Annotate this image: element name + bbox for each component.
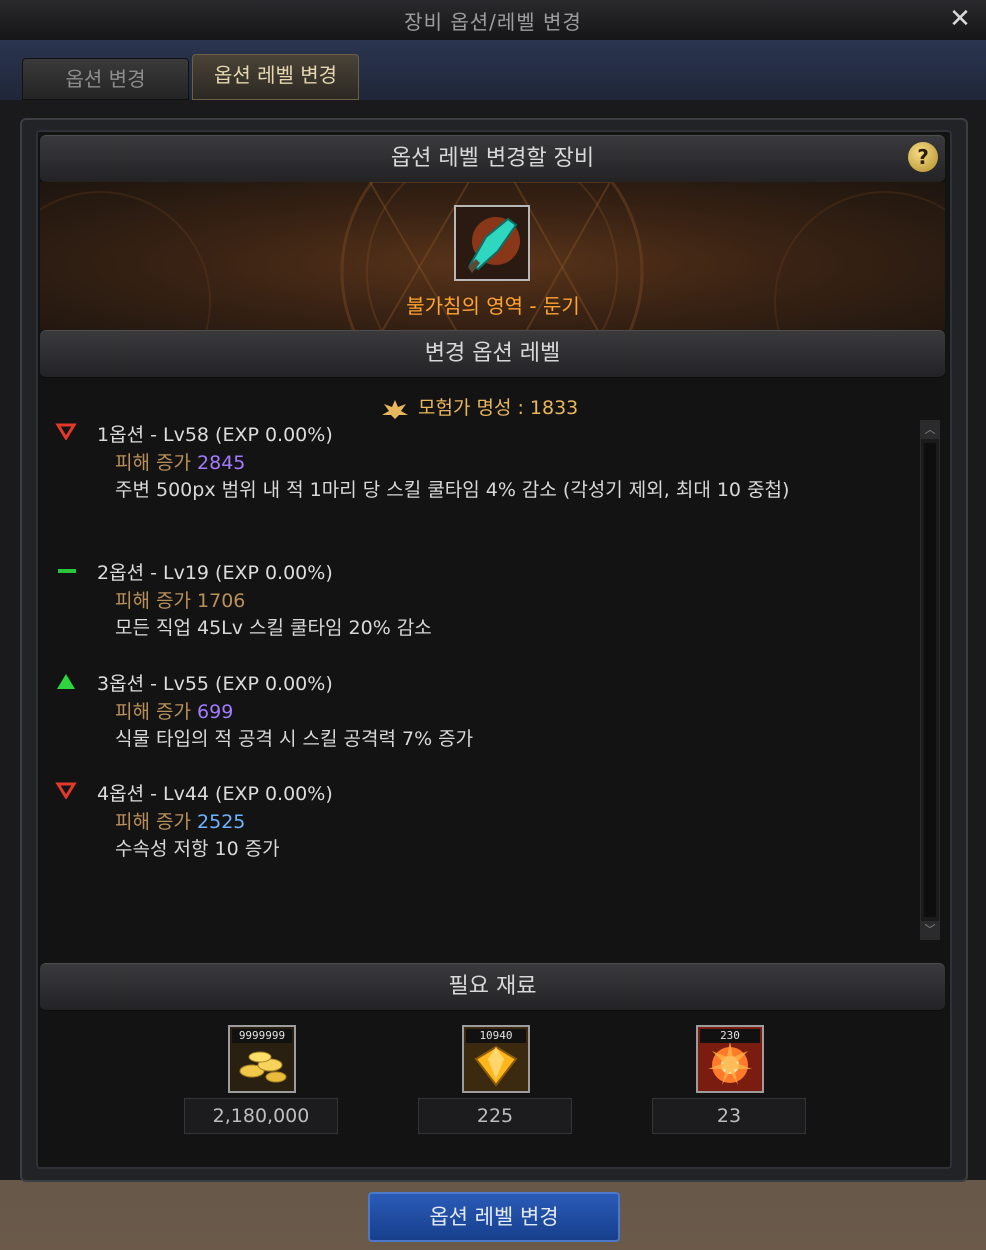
option-level-change-button[interactable]: 옵션 레벨 변경 [368,1192,620,1242]
option-damage: 피해 증가 699 [115,697,233,724]
option-title: 2옵션 - Lv19 (EXP 0.00%) [97,562,333,584]
level-down-arrow-icon [55,782,77,799]
tab-option-level-change[interactable]: 옵션 레벨 변경 [192,54,359,100]
damage-value: 1706 [197,590,246,612]
help-icon[interactable]: ? [908,142,938,172]
damage-value: 699 [197,701,234,723]
option-description: 주변 500px 범위 내 적 1마리 당 스킬 쿨타임 4% 감소 (각성기 … [115,479,790,501]
option-section-header: 변경 옵션 레벨 [40,330,945,378]
damage-label: 피해 증가 [115,701,191,723]
option-title: 1옵션 - Lv58 (EXP 0.00%) [97,424,333,446]
option-damage: 피해 증가 2845 [115,448,245,475]
option-description: 식물 타입의 적 공격 시 스킬 공격력 7% 증가 [115,728,474,750]
chevron-up-icon: ︿ [924,423,936,436]
close-button[interactable]: ✕ [948,6,972,32]
option-title: 4옵션 - Lv44 (EXP 0.00%) [97,783,333,805]
materials-section-header: 필요 재료 [40,963,945,1011]
damage-value: 2845 [197,452,246,474]
fame-icon [382,399,408,419]
window-title: 장비 옵션/레벨 변경 [404,10,582,34]
material-slot-gold[interactable]: 9999999 [228,1025,296,1093]
option-title: 3옵션 - Lv55 (EXP 0.00%) [97,673,333,695]
material-slot-gem[interactable]: 10940 [462,1025,530,1093]
scroll-down-button[interactable]: ﹀ [921,921,939,939]
option-damage: 피해 증가 1706 [115,586,245,613]
material-stock-count: 9999999 [232,1029,292,1043]
level-down-arrow-icon [55,423,77,440]
material-required-gem: 225 [418,1098,572,1134]
adventurer-fame: 모험가 명성 : 1833 [380,393,578,420]
close-icon: ✕ [949,4,971,34]
damage-label: 피해 증가 [115,811,191,833]
damage-label: 피해 증가 [115,452,191,474]
material-stock-count: 230 [700,1029,760,1043]
tab-option-change[interactable]: 옵션 변경 [22,58,189,100]
damage-label: 피해 증가 [115,590,191,612]
material-required-burst: 23 [652,1098,806,1134]
level-up-arrow-icon [57,674,75,689]
equip-section-header: 옵션 레벨 변경할 장비 [40,135,945,183]
scroll-up-button[interactable]: ︿ [921,421,939,439]
title-bar[interactable]: 장비 옵션/레벨 변경 ✕ [0,0,986,41]
weapon-blade-icon [456,207,528,279]
scroll-track[interactable] [924,443,936,917]
options-scrollbar[interactable]: ︿ ﹀ [920,420,940,940]
option-description: 수속성 저항 10 증가 [115,838,280,860]
chevron-down-icon: ﹀ [924,923,936,936]
equipment-slot[interactable] [454,205,530,281]
material-stock-count: 10940 [466,1029,526,1043]
tab-bar: 옵션 변경 옵션 레벨 변경 [0,40,986,100]
fame-text: 모험가 명성 : 1833 [418,397,579,419]
option-description: 모든 직업 45Lv 스킬 쿨타임 20% 감소 [115,617,432,639]
equipment-name: 불가침의 영역 - 둔기 [406,294,580,318]
material-required-gold: 2,180,000 [184,1098,338,1134]
level-same-dash-icon [58,569,76,573]
material-slot-burst[interactable]: 230 [696,1025,764,1093]
damage-value: 2525 [197,811,246,833]
option-damage: 피해 증가 2525 [115,807,245,834]
